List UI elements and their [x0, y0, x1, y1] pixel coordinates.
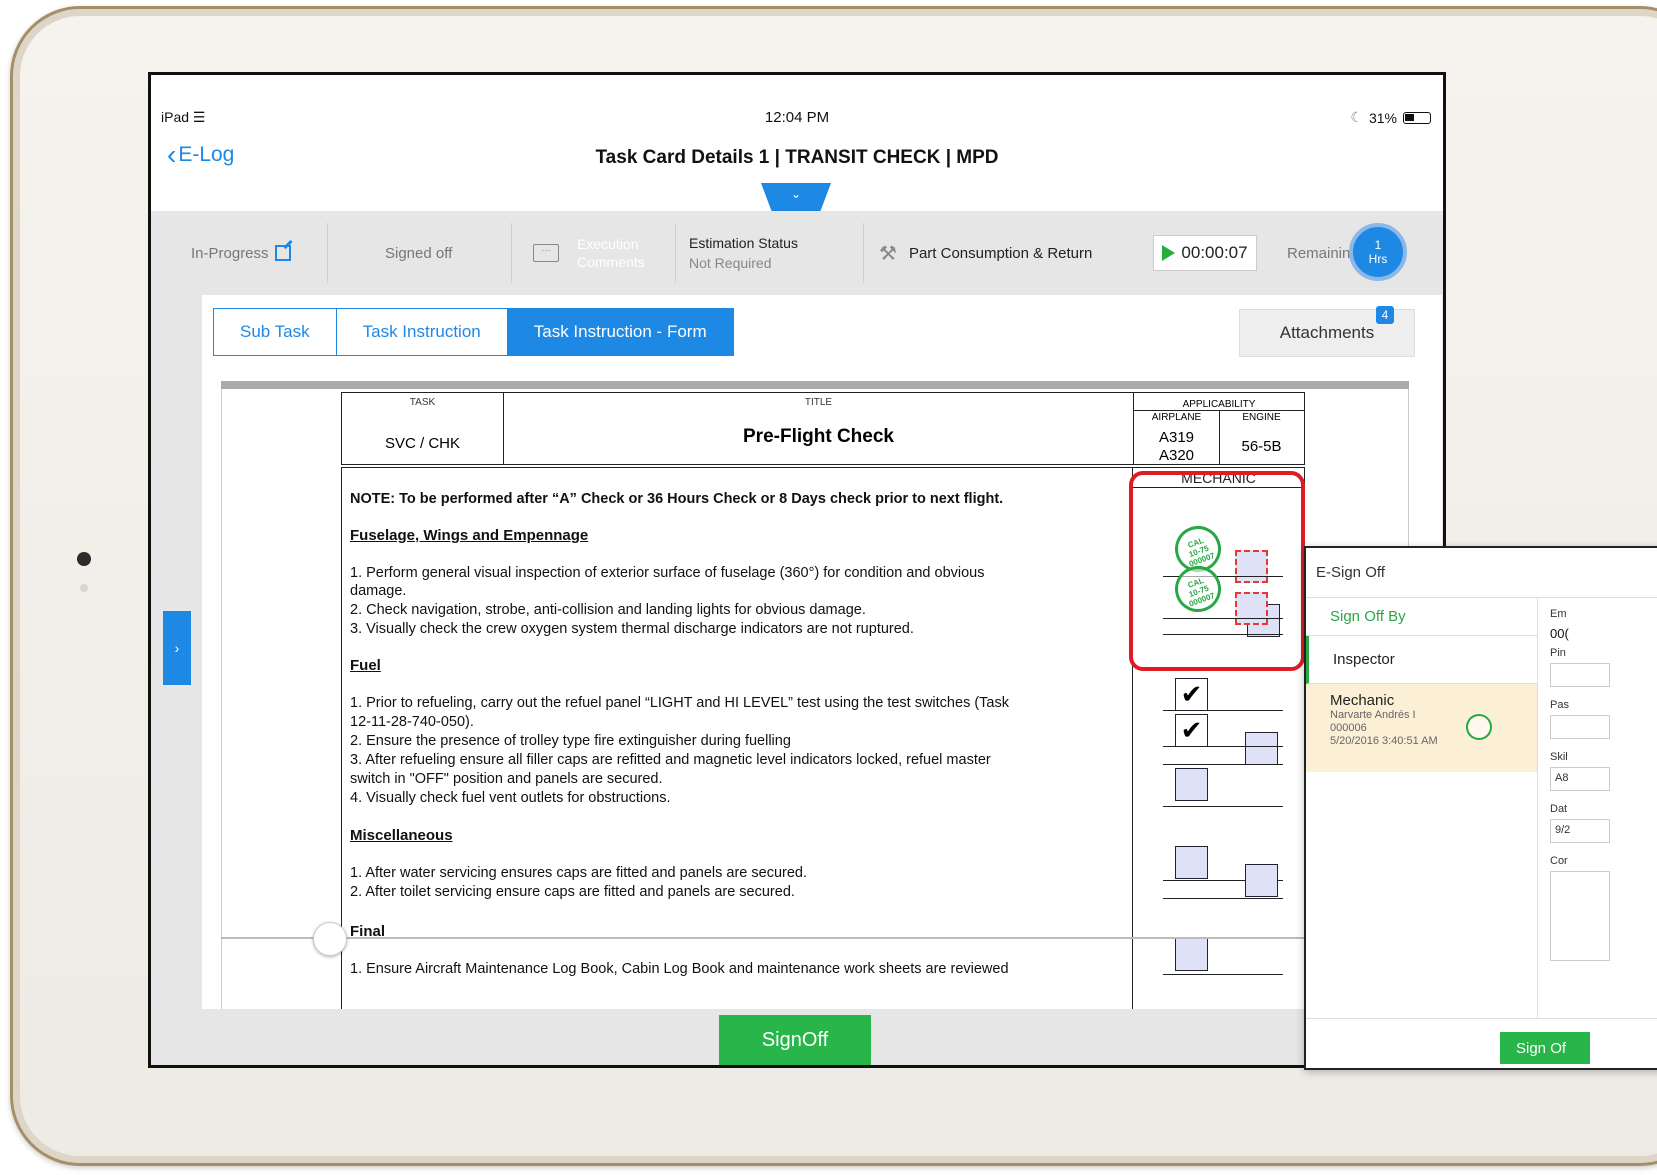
role-inspector[interactable]: Inspector [1306, 636, 1537, 684]
instruction-line: 1. After water servicing ensures caps ar… [350, 865, 807, 881]
engine-label: ENGINE [1242, 412, 1281, 423]
estimation-value: Not Required [689, 255, 772, 271]
instruction-line: 2. Check navigation, strobe, anti-collis… [350, 602, 866, 618]
airplane-label: AIRPLANE [1151, 412, 1202, 423]
signoff-role-list: Sign Off By Inspector Mechanic Narvarte … [1306, 598, 1538, 1018]
page-slider-track[interactable] [221, 937, 1443, 939]
status-in-progress[interactable]: In-Progress [191, 211, 291, 295]
status-label: In-Progress [191, 244, 269, 262]
password-input[interactable] [1550, 715, 1610, 739]
moon-icon: ☾ [1350, 109, 1363, 125]
signature-box[interactable] [1175, 938, 1208, 971]
sign-off-submit-button[interactable]: Sign Of [1500, 1032, 1590, 1064]
sign-off-by-header: Sign Off By [1306, 598, 1537, 636]
skill-select[interactable]: A8 [1550, 767, 1610, 791]
checkbox-checked[interactable]: ✔ [1175, 678, 1208, 711]
section-miscellaneous: Miscellaneous [350, 827, 453, 844]
esign-off-panel: E-Sign Off Sign Off By Inspector Mechani… [1304, 546, 1657, 1070]
employee-label: Em [1550, 608, 1567, 620]
date-input[interactable]: 9/2 [1550, 819, 1610, 843]
airplane-a320: A320 [1158, 447, 1195, 464]
task-value: SVC / CHK [384, 435, 460, 452]
remaining-hours-badge: 1 Hrs [1349, 223, 1407, 281]
clock: 12:04 PM [764, 109, 830, 126]
date-label: Dat [1550, 803, 1568, 815]
instruction-line: 1. Ensure Aircraft Maintenance Log Book,… [350, 961, 1009, 977]
attachments-label: Attachments [1279, 323, 1375, 342]
instruction-line: 1. Perform general visual inspection of … [350, 565, 985, 581]
screen: iPad ☰ 12:04 PM ☾ 31% ‹ E-Log Task Card … [148, 72, 1446, 1068]
edit-icon [274, 245, 291, 261]
employee-value: 00( [1550, 626, 1569, 641]
tab-task-instruction-form[interactable]: Task Instruction - Form [507, 309, 733, 355]
task-label: TASK [409, 397, 436, 408]
estimation-status: Estimation Status Not Required [689, 211, 798, 295]
remaining-label: Remaining [1287, 244, 1359, 262]
tab-sub-task[interactable]: Sub Task [214, 309, 337, 355]
password-label: Pas [1550, 699, 1569, 711]
esign-title: E-Sign Off [1306, 548, 1657, 598]
signature-box[interactable] [1245, 732, 1278, 765]
instruction-line: 3. Visually check the crew oxygen system… [350, 621, 914, 637]
instruction-line: 2. After toilet servicing ensure caps ar… [350, 884, 795, 900]
role-mechanic[interactable]: Mechanic Narvarte Andrés I 000006 5/20/2… [1306, 684, 1537, 772]
camera [77, 552, 91, 566]
attachments-button[interactable]: Attachments 4 [1239, 306, 1415, 357]
title-value: Pre-Flight Check [743, 426, 894, 447]
task-header-table: TASK SVC / CHK TITLE Pre-Flight Check AP… [341, 392, 1305, 465]
signoff-button[interactable]: SignOff [719, 1015, 871, 1065]
note-text: NOTE: To be performed after “A” Check or… [350, 491, 1004, 507]
navigation-bar: ‹ E-Log Task Card Details 1 | TRANSIT CH… [151, 135, 1443, 183]
checkbox-checked[interactable]: ✔ [1175, 714, 1208, 747]
mechanic-signature-highlight [1129, 471, 1305, 671]
comment-label: Cor [1550, 855, 1568, 867]
signature-box[interactable] [1175, 846, 1208, 879]
sensor [80, 584, 88, 592]
instruction-line: 4. Visually check fuel vent outlets for … [350, 790, 671, 806]
signoff-form: Em 00( Pin Pas Skil A8 Dat 9/2 Cor [1538, 598, 1657, 1018]
chevron-down-icon: ⌄ [790, 187, 802, 201]
collapse-toggle[interactable]: ⌄ [761, 183, 831, 211]
pin-input[interactable] [1550, 663, 1610, 687]
signed-off-item[interactable]: Signed off [385, 211, 452, 295]
part-consumption-label: Part Consumption & Return [908, 244, 1093, 262]
battery-icon [1403, 111, 1431, 124]
estimation-label: Estimation Status [689, 235, 798, 251]
status-bar: iPad ☰ 12:04 PM ☾ 31% [151, 105, 1443, 129]
play-icon [1162, 245, 1176, 261]
airplane-a319: A319 [1158, 429, 1195, 446]
page-slider-handle[interactable] [313, 922, 347, 956]
battery-percent: 31% [1368, 109, 1397, 126]
task-tabs: Sub Task Task Instruction Task Instructi… [213, 308, 734, 356]
engine-value: 56-5B [1241, 438, 1282, 455]
attachments-count-badge: 4 [1376, 306, 1394, 324]
section-fuel: Fuel [350, 657, 381, 674]
task-toolbar: In-Progress Signed off ⋯ Execution Comme… [151, 211, 1443, 295]
timer-value: 00:00:07 [1181, 243, 1248, 262]
instruction-line: 12-11-28-740-050). [350, 714, 474, 730]
comment-textarea[interactable] [1550, 871, 1610, 961]
part-consumption-button[interactable]: ⚒ Part Consumption & Return [879, 211, 1092, 295]
instruction-line: 1. Prior to refueling, carry out the ref… [350, 695, 1009, 711]
tab-task-instruction[interactable]: Task Instruction [336, 309, 508, 355]
section-fuselage: Fuselage, Wings and Empennage [350, 527, 589, 544]
comment-icon: ⋯ [533, 244, 559, 262]
instruction-line: 3. After refueling ensure all filler cap… [350, 752, 991, 768]
instruction-line: 2. Ensure the presence of trolley type f… [350, 733, 791, 749]
page-title: Task Card Details 1 | TRANSIT CHECK | MP… [595, 147, 999, 168]
signature-box[interactable] [1245, 864, 1278, 897]
task-timer[interactable]: 00:00:07 [1153, 235, 1257, 271]
instruction-line: switch in "OFF" position and panels are … [350, 771, 663, 787]
applicability-label: APPLICABILITY [1134, 399, 1304, 411]
pin-label: Pin [1550, 647, 1566, 659]
chevron-right-icon: › [174, 640, 180, 656]
title-label: TITLE [804, 397, 833, 408]
instruction-line: damage. [350, 583, 407, 599]
tool-icon: ⚒ [879, 242, 897, 265]
execution-comments-button[interactable]: ⋯ Execution Comments [533, 211, 657, 295]
execution-comments-label: Execution Comments [577, 236, 645, 270]
skill-label: Skil [1550, 751, 1568, 763]
side-drawer-toggle[interactable]: › [163, 611, 191, 685]
signature-box[interactable] [1175, 768, 1208, 801]
